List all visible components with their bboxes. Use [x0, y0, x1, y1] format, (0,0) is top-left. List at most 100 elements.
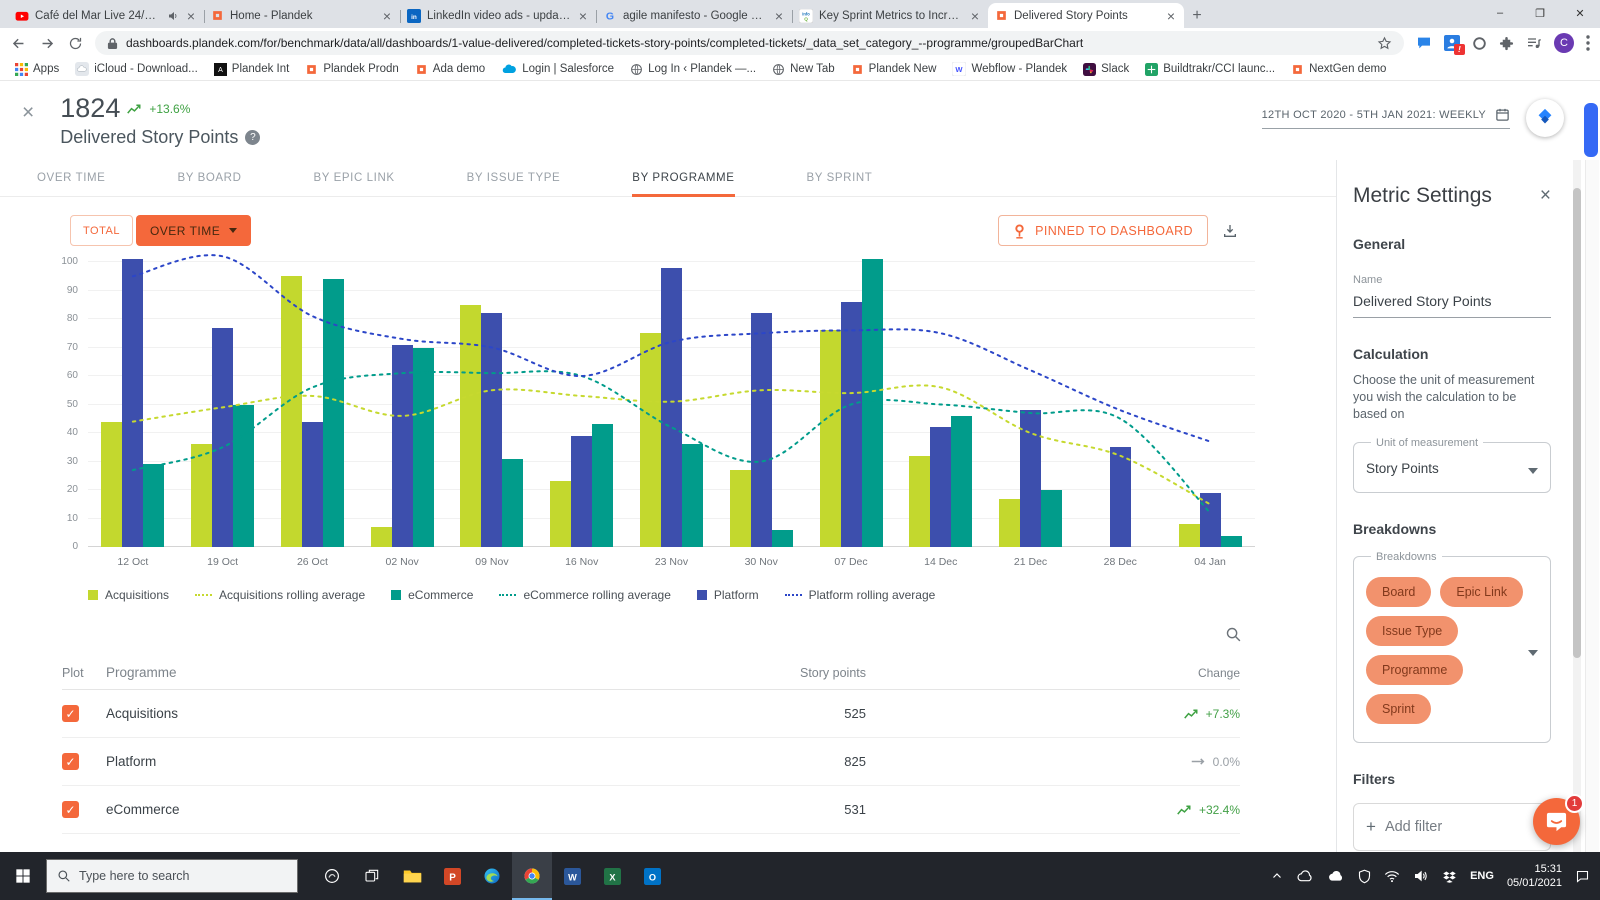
view-tab-by-epic-link[interactable]: BY EPIC LINK	[313, 160, 394, 196]
bar-platform[interactable]	[1020, 410, 1042, 547]
bar-ecommerce[interactable]	[143, 464, 165, 547]
bookmark-item[interactable]: W Webflow - Plandek	[945, 60, 1074, 78]
address-bar[interactable]: dashboards.plandek.com/for/benchmark/dat…	[95, 31, 1404, 55]
breakdown-chip[interactable]: Epic Link	[1440, 576, 1524, 607]
view-tab-over-time[interactable]: OVER TIME	[37, 160, 105, 196]
bar-ecommerce[interactable]	[592, 424, 614, 547]
calendar-icon[interactable]	[1495, 107, 1510, 122]
bar-ecommerce[interactable]	[322, 279, 344, 547]
taskbar-app-outlook[interactable]: O	[632, 852, 672, 900]
forward-icon[interactable]	[39, 35, 56, 52]
breakdown-chip[interactable]: Issue Type	[1366, 615, 1459, 646]
view-tab-by-sprint[interactable]: BY SPRINT	[807, 160, 873, 196]
taskbar-app-taskview[interactable]	[352, 852, 392, 900]
tab-close-icon[interactable]: ×	[381, 8, 393, 24]
bookmark-item[interactable]: Plandek Prodn	[298, 61, 405, 78]
tray-cloud-outline[interactable]	[1296, 869, 1314, 883]
bar-acquisitions[interactable]	[550, 481, 572, 547]
plot-checkbox[interactable]: ✓	[62, 705, 79, 722]
bar-acquisitions[interactable]	[370, 527, 392, 547]
over-time-button[interactable]: OVER TIME	[135, 215, 252, 246]
bookmark-item[interactable]: Apps	[8, 61, 66, 78]
bar-acquisitions[interactable]	[460, 304, 482, 547]
bar-ecommerce[interactable]	[412, 347, 434, 547]
profile-avatar[interactable]: C	[1554, 33, 1574, 53]
bookmark-item[interactable]: Ada demo	[408, 61, 492, 78]
bar-platform[interactable]	[571, 435, 593, 547]
tab-close-icon[interactable]: ×	[1165, 8, 1177, 24]
unit-of-measurement-select[interactable]: Unit of measurement Story Points	[1353, 436, 1551, 493]
bar-acquisitions[interactable]	[101, 421, 123, 547]
taskbar-app-edge[interactable]	[472, 852, 512, 900]
url-text[interactable]: dashboards.plandek.com/for/benchmark/dat…	[126, 36, 1369, 50]
taskbar-app-chrome[interactable]	[512, 852, 552, 900]
bookmark-item[interactable]: NextGen demo	[1284, 61, 1393, 78]
search-icon[interactable]	[1225, 626, 1242, 643]
panel-scrollbar[interactable]	[1573, 160, 1581, 852]
date-range-picker[interactable]: 12TH OCT 2020 - 5TH JAN 2021: WEEKLY	[1261, 107, 1510, 129]
download-icon[interactable]	[1222, 223, 1238, 239]
bookmark-item[interactable]: Slack	[1076, 61, 1136, 78]
bar-ecommerce[interactable]	[1041, 490, 1063, 547]
bar-platform[interactable]	[481, 313, 503, 547]
bar-ecommerce[interactable]	[502, 458, 524, 547]
bar-platform[interactable]	[750, 313, 772, 547]
taskbar-app-cortana[interactable]	[312, 852, 352, 900]
tab-close-icon[interactable]: ×	[185, 8, 197, 24]
refresh-icon[interactable]	[68, 36, 83, 51]
browser-tab[interactable]: in LinkedIn video ads - update - Go ×	[400, 3, 597, 28]
bar-acquisitions[interactable]	[909, 455, 931, 547]
browser-tab[interactable]: Delivered Story Points ×	[988, 3, 1184, 28]
taskbar-app-powerpoint[interactable]: P	[432, 852, 472, 900]
tab-close-icon[interactable]: ×	[577, 8, 589, 24]
bar-platform[interactable]	[391, 344, 413, 547]
add-filter-button[interactable]: + Add filter	[1353, 802, 1551, 851]
bar-platform[interactable]	[930, 427, 952, 547]
taskbar-app-word[interactable]: W	[552, 852, 592, 900]
close-metric-icon[interactable]: ×	[22, 101, 34, 125]
view-tab-by-issue-type[interactable]: BY ISSUE TYPE	[467, 160, 561, 196]
browser-tab[interactable]: Gagile manifesto - Google Search ×	[596, 3, 793, 28]
page-scrollbar[interactable]	[1585, 160, 1599, 852]
docked-widget[interactable]	[1584, 103, 1598, 157]
close-window-icon[interactable]: ✕	[1560, 0, 1600, 26]
action-center-icon[interactable]	[1575, 869, 1590, 884]
language-indicator[interactable]: ENG	[1470, 870, 1494, 882]
taskbar-app-excel[interactable]: X	[592, 852, 632, 900]
breakdown-chip[interactable]: Board	[1366, 576, 1432, 607]
maximize-icon[interactable]: ❐	[1520, 0, 1560, 26]
bar-ecommerce[interactable]	[771, 529, 793, 547]
bar-acquisitions[interactable]	[1178, 524, 1200, 547]
plot-checkbox[interactable]: ✓	[62, 753, 79, 770]
legend-item[interactable]: Platform	[696, 588, 759, 602]
plot-checkbox[interactable]: ✓	[62, 801, 79, 818]
bookmark-item[interactable]: A Plandek Int	[207, 61, 297, 78]
name-field[interactable]: Delivered Story Points	[1353, 293, 1551, 318]
taskbar-clock[interactable]: 15:31 05/01/2021	[1507, 862, 1562, 891]
bar-acquisitions[interactable]	[191, 444, 213, 547]
legend-item[interactable]: eCommerce rolling average	[499, 588, 671, 602]
bookmark-star-icon[interactable]	[1377, 36, 1392, 51]
bar-platform[interactable]	[122, 259, 144, 547]
browser-tab[interactable]: Home - Plandek ×	[204, 3, 401, 28]
view-tab-by-programme[interactable]: BY PROGRAMME	[632, 160, 735, 197]
minimize-icon[interactable]: –	[1480, 0, 1520, 26]
tab-close-icon[interactable]: ×	[773, 8, 785, 24]
bookmark-item[interactable]: iCloud - Download...	[68, 60, 205, 78]
chat-extension-icon[interactable]	[1416, 35, 1432, 51]
bar-ecommerce[interactable]	[233, 404, 255, 547]
taskbar-app-explorer[interactable]	[392, 852, 432, 900]
breakdown-chip[interactable]: Programme	[1366, 654, 1464, 685]
bar-ecommerce[interactable]	[951, 415, 973, 547]
playlist-extension-icon[interactable]	[1526, 36, 1542, 50]
bar-ecommerce[interactable]	[861, 259, 883, 547]
total-button[interactable]: TOTAL	[70, 215, 133, 246]
bookmark-item[interactable]: Plandek New	[844, 61, 944, 78]
bar-acquisitions[interactable]	[729, 470, 751, 547]
taskbar-search[interactable]: Type here to search	[46, 859, 298, 893]
tray-wifi[interactable]	[1384, 870, 1400, 883]
bar-acquisitions[interactable]	[819, 330, 841, 547]
close-settings-icon[interactable]: ×	[1540, 185, 1551, 207]
tray-cloud-filled[interactable]	[1327, 870, 1345, 883]
bookmark-item[interactable]: Buildtrakr/CCI launc...	[1138, 61, 1282, 78]
